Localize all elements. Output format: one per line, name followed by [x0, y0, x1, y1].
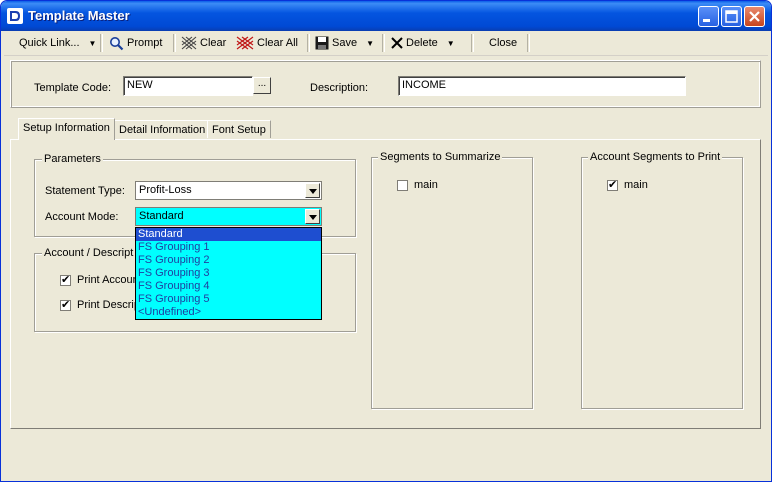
quick-link-label: Quick Link...	[19, 37, 80, 49]
chevron-down-icon: ▼	[366, 38, 374, 48]
tab-setup-information[interactable]: Setup Information	[18, 118, 115, 140]
magnifier-icon	[110, 36, 124, 50]
close-window-button[interactable]	[744, 6, 765, 27]
app-icon	[7, 8, 23, 24]
statement-type-label: Statement Type:	[45, 185, 125, 197]
print-description-checkbox[interactable]	[60, 298, 71, 311]
print-account-checkbox[interactable]	[60, 273, 71, 286]
tab-font-setup[interactable]: Font Setup	[207, 120, 271, 138]
dropdown-option[interactable]: Standard	[136, 228, 321, 241]
print-main-checkbox[interactable]	[607, 178, 618, 191]
close-button[interactable]: Close	[489, 34, 517, 52]
delete-label: Delete	[406, 37, 438, 49]
minimize-button[interactable]	[698, 6, 719, 27]
print-account-label: Print Accoun	[77, 274, 139, 286]
account-mode-select[interactable]: Standard	[135, 207, 322, 226]
summarize-main-checkbox[interactable]	[397, 180, 408, 191]
dropdown-option[interactable]: FS Grouping 5	[136, 293, 321, 306]
close-label: Close	[489, 37, 518, 49]
clear-label: Clear	[200, 37, 227, 49]
prompt-button[interactable]: Prompt	[109, 34, 162, 52]
summarize-main-label: main	[414, 179, 438, 191]
delete-x-icon	[391, 37, 403, 49]
title-bar[interactable]: Template Master	[1, 1, 771, 31]
statement-type-select[interactable]: Profit-Loss	[135, 181, 322, 200]
minimize-icon	[703, 19, 710, 22]
clear-button[interactable]: Clear	[181, 34, 226, 52]
print-main-label: main	[624, 179, 648, 191]
toolbar-separator	[173, 34, 176, 52]
maximize-icon	[725, 10, 738, 23]
toolbar-separator	[307, 34, 310, 52]
print-description-label: Print Descrip	[77, 299, 140, 311]
eraser-grid-red-icon	[236, 36, 254, 50]
parameters-legend: Parameters	[42, 153, 103, 165]
template-code-lookup-button[interactable]: ...	[253, 77, 271, 94]
description-label: Description:	[310, 82, 369, 94]
clear-all-button[interactable]: Clear All	[236, 34, 298, 52]
description-input[interactable]: INCOME	[398, 76, 686, 96]
toolbar: Quick Link... ▼ Prompt Clear Clear All S…	[4, 31, 768, 56]
quick-link-button[interactable]: Quick Link... ▼	[19, 34, 96, 52]
dropdown-option[interactable]: FS Grouping 1	[136, 241, 321, 254]
toolbar-separator	[527, 34, 530, 52]
chevron-down-icon: ▼	[446, 38, 455, 48]
dropdown-option[interactable]: FS Grouping 4	[136, 280, 321, 293]
toolbar-separator	[382, 34, 385, 52]
close-icon	[749, 11, 760, 22]
account-description-legend: Account / Descript	[42, 247, 136, 259]
segments-print-legend: Account Segments to Print	[588, 151, 723, 163]
dropdown-option[interactable]: FS Grouping 3	[136, 267, 321, 280]
toolbar-separator	[100, 34, 103, 52]
account-mode-label: Account Mode:	[45, 211, 119, 223]
floppy-disk-icon	[315, 36, 329, 50]
maximize-button[interactable]	[721, 6, 742, 27]
dropdown-arrow-icon[interactable]	[305, 209, 320, 224]
tab-detail-information[interactable]: Detail Information	[114, 120, 211, 138]
toolbar-separator	[471, 34, 474, 52]
dropdown-option[interactable]: FS Grouping 2	[136, 254, 321, 267]
account-mode-value: Standard	[139, 210, 184, 222]
statement-type-value: Profit-Loss	[139, 184, 192, 196]
save-label: Save	[332, 37, 358, 49]
eraser-grid-icon	[181, 36, 197, 50]
template-code-input[interactable]: NEW	[123, 76, 253, 96]
segments-summarize-group	[371, 157, 533, 409]
segments-summarize-legend: Segments to Summarize	[378, 151, 503, 163]
template-code-label: Template Code:	[34, 82, 112, 94]
clear-all-label: Clear All	[257, 37, 298, 49]
account-mode-dropdown-list[interactable]: Standard FS Grouping 1 FS Grouping 2 FS …	[135, 227, 322, 320]
window-title: Template Master	[28, 8, 130, 23]
save-button[interactable]: Save ▼	[315, 34, 374, 52]
delete-button[interactable]: Delete ▼	[391, 34, 455, 52]
prompt-label: Prompt	[127, 37, 163, 49]
template-master-window: Template Master Quick Link... ▼ Prompt C…	[0, 0, 772, 482]
dropdown-arrow-icon[interactable]	[305, 183, 320, 198]
dropdown-option[interactable]: <Undefined>	[136, 306, 321, 319]
segments-print-group	[581, 157, 743, 409]
chevron-down-icon: ▼	[88, 38, 97, 48]
